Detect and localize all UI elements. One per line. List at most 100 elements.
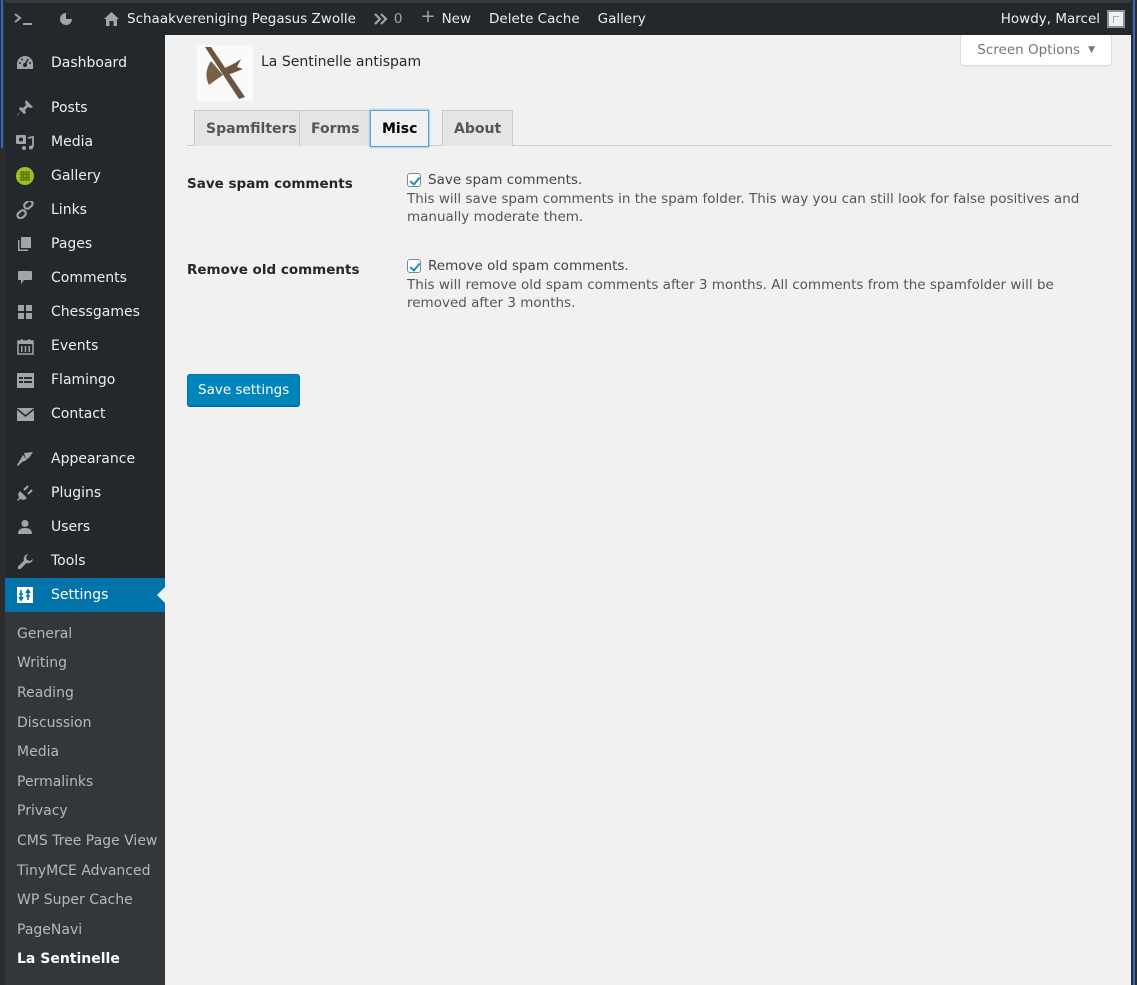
terminal-button[interactable] bbox=[5, 3, 50, 35]
updates-count: 0 bbox=[393, 11, 403, 27]
submenu-permalinks[interactable]: Permalinks bbox=[5, 767, 165, 797]
submenu-media[interactable]: Media bbox=[5, 737, 165, 767]
sidebar-item-plugins[interactable]: Plugins bbox=[5, 476, 165, 510]
halberd-icon bbox=[197, 45, 253, 101]
submenu-pagenavi[interactable]: PageNavi bbox=[5, 915, 165, 945]
sidebar-item-label: Links bbox=[51, 202, 87, 218]
sidebar-item-label: Users bbox=[51, 519, 91, 535]
site-name-link[interactable]: Schaakvereniging Pegasus Zwolle bbox=[89, 3, 365, 35]
brush-icon bbox=[15, 449, 35, 469]
setting-description: This will save spam comments in the spam… bbox=[407, 190, 1080, 226]
sidebar-item-label: Events bbox=[51, 338, 99, 354]
updates-icon bbox=[374, 13, 388, 25]
remove-old-checkbox-label[interactable]: Remove old spam comments. bbox=[407, 257, 1107, 276]
sidebar-item-pages[interactable]: Pages bbox=[5, 227, 165, 261]
sidebar-item-contact[interactable]: Contact bbox=[5, 397, 165, 431]
new-content-link[interactable]: + New bbox=[411, 3, 480, 35]
sidebar-item-links[interactable]: Links bbox=[5, 193, 165, 227]
sidebar-item-label: Pages bbox=[51, 236, 93, 252]
user-icon bbox=[15, 517, 35, 537]
sidebar-item-label: Plugins bbox=[51, 485, 102, 501]
submenu-reading[interactable]: Reading bbox=[5, 678, 165, 708]
sidebar-item-label: Chessgames bbox=[51, 304, 140, 320]
sidebar-item-label: Tools bbox=[51, 553, 86, 569]
sidebar-item-settings[interactable]: Settings bbox=[5, 578, 165, 612]
gallery-link[interactable]: Gallery bbox=[589, 3, 655, 35]
pie-chart-icon bbox=[59, 12, 73, 26]
submenu-la-sentinelle[interactable]: La Sentinelle bbox=[5, 945, 165, 975]
remove-old-checkbox[interactable] bbox=[407, 259, 421, 274]
mail-icon bbox=[15, 404, 35, 424]
sidebar-item-events[interactable]: Events bbox=[5, 329, 165, 363]
plus-icon: + bbox=[420, 5, 436, 27]
setting-label: Save spam comments bbox=[187, 176, 353, 192]
tab-spamfilters[interactable]: Spamfilters bbox=[194, 110, 309, 146]
submenu-tinymce-advanced[interactable]: TinyMCE Advanced bbox=[5, 856, 165, 886]
plugin-logo bbox=[197, 45, 253, 101]
settings-submenu: General Writing Reading Discussion Media… bbox=[5, 612, 165, 985]
save-settings-button[interactable]: Save settings bbox=[187, 374, 301, 406]
sidebar-item-label: Media bbox=[51, 134, 94, 150]
checkbox-text: Save spam comments. bbox=[428, 172, 583, 188]
site-name: Schaakvereniging Pegasus Zwolle bbox=[127, 11, 356, 27]
list-card-icon bbox=[15, 370, 35, 390]
tab-misc[interactable]: Misc bbox=[370, 110, 430, 147]
window-frame-right bbox=[1131, 0, 1137, 985]
sidebar-item-label: Contact bbox=[51, 406, 106, 422]
admin-bar: Schaakvereniging Pegasus Zwolle 0 + New … bbox=[5, 3, 1131, 35]
sidebar-item-flamingo[interactable]: Flamingo bbox=[5, 363, 165, 397]
admin-menu: Dashboard Posts Media Gallery Links Page… bbox=[5, 35, 165, 985]
link-icon bbox=[15, 200, 35, 220]
sidebar-item-media[interactable]: Media bbox=[5, 125, 165, 159]
submenu-writing[interactable]: Writing bbox=[5, 649, 165, 679]
sidebar-item-gallery[interactable]: Gallery bbox=[5, 159, 165, 193]
sidebar-item-posts[interactable]: Posts bbox=[5, 91, 165, 125]
submenu-wp-super-cache[interactable]: WP Super Cache bbox=[5, 885, 165, 915]
sidebar-item-users[interactable]: Users bbox=[5, 510, 165, 544]
plugin-title: La Sentinelle antispam bbox=[261, 54, 422, 70]
updates-link[interactable]: 0 bbox=[365, 3, 412, 35]
delete-cache-link[interactable]: Delete Cache bbox=[480, 3, 589, 35]
sidebar-item-label: Settings bbox=[51, 587, 109, 603]
sidebar-item-dashboard[interactable]: Dashboard bbox=[5, 46, 165, 80]
home-icon bbox=[103, 11, 120, 27]
sidebar-item-label: Comments bbox=[51, 270, 127, 286]
settings-icon bbox=[15, 585, 35, 605]
dashboard-icon bbox=[15, 53, 35, 73]
tab-bar: Spamfilters Forms Misc About bbox=[187, 110, 1112, 147]
checkbox-text: Remove old spam comments. bbox=[428, 258, 629, 274]
sidebar-item-chessgames[interactable]: Chessgames bbox=[5, 295, 165, 329]
terminal-icon bbox=[14, 12, 34, 26]
submenu-privacy[interactable]: Privacy bbox=[5, 797, 165, 827]
tab-forms[interactable]: Forms bbox=[299, 110, 372, 146]
comment-icon bbox=[15, 268, 35, 288]
sidebar-item-label: Posts bbox=[51, 100, 88, 116]
save-spam-checkbox-label[interactable]: Save spam comments. bbox=[407, 171, 1107, 190]
howdy-text: Howdy, Marcel bbox=[1000, 11, 1100, 27]
tab-about[interactable]: About bbox=[442, 110, 514, 146]
media-icon bbox=[15, 132, 35, 152]
plug-icon bbox=[15, 483, 35, 503]
caret-down-icon: ▼ bbox=[1088, 45, 1095, 55]
avatar bbox=[1107, 10, 1125, 28]
sidebar-item-appearance[interactable]: Appearance bbox=[5, 442, 165, 476]
new-label: New bbox=[441, 11, 472, 27]
gallery-icon bbox=[15, 166, 35, 186]
pages-icon bbox=[15, 234, 35, 254]
setting-description: This will remove old spam comments after… bbox=[407, 276, 1054, 312]
sidebar-item-tools[interactable]: Tools bbox=[5, 544, 165, 578]
sidebar-item-label: Gallery bbox=[51, 168, 101, 184]
main-content: Screen Options ▼ La Sentinelle antispam … bbox=[165, 35, 1131, 985]
my-account[interactable]: Howdy, Marcel bbox=[1001, 10, 1131, 28]
submenu-general[interactable]: General bbox=[5, 619, 165, 649]
setting-label: Remove old comments bbox=[187, 262, 360, 278]
submenu-discussion[interactable]: Discussion bbox=[5, 708, 165, 738]
sidebar-item-label: Dashboard bbox=[51, 55, 127, 71]
screen-options-button[interactable]: Screen Options ▼ bbox=[960, 35, 1112, 66]
sidebar-item-label: Flamingo bbox=[51, 372, 116, 388]
save-spam-checkbox[interactable] bbox=[407, 173, 421, 188]
calendar-icon bbox=[15, 336, 35, 356]
submenu-cms-tree-page-view[interactable]: CMS Tree Page View bbox=[5, 826, 165, 856]
sidebar-item-comments[interactable]: Comments bbox=[5, 261, 165, 295]
customize-button[interactable] bbox=[50, 3, 89, 35]
